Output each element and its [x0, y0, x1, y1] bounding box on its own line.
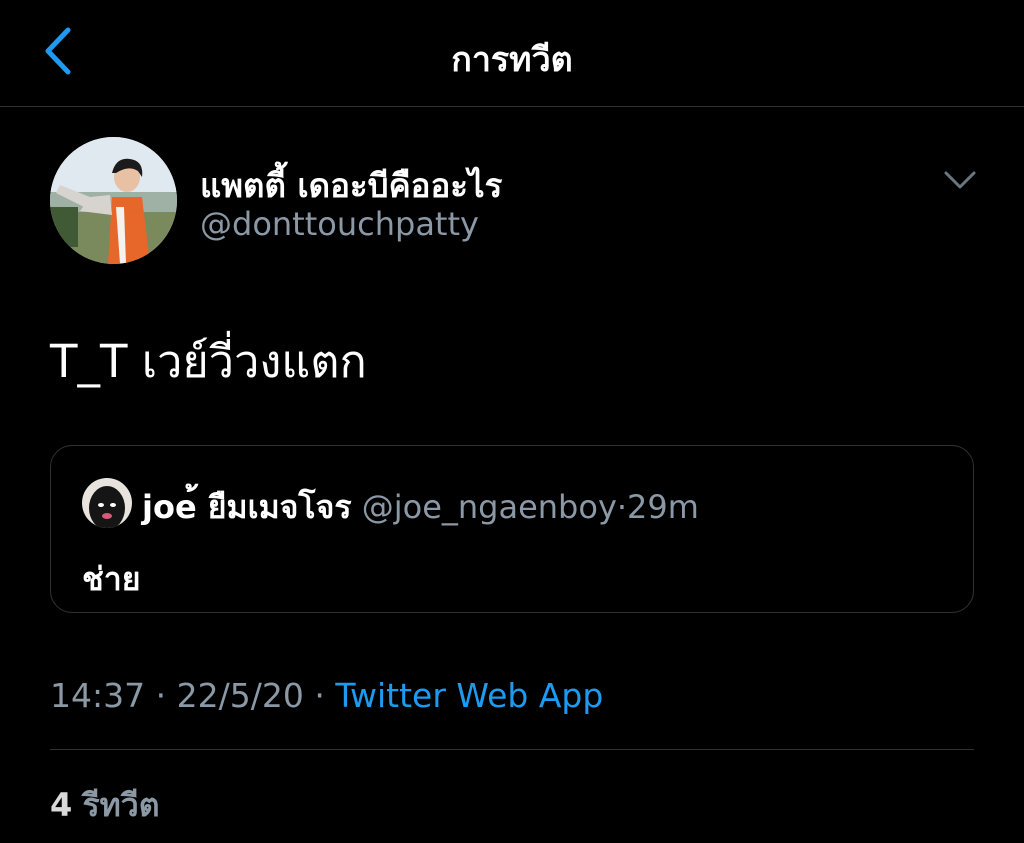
- top-bar: การทวีต: [0, 0, 1024, 107]
- tweet-meta: 14:37 · 22/5/20 · Twitter Web App: [50, 676, 603, 715]
- tweet-time: 14:37: [50, 676, 146, 715]
- quoted-tweet-card[interactable]: joe้ ยืมเมจโจร @joe_ngaenboy·29m ช่าย: [50, 445, 974, 613]
- quoted-separator: ·: [616, 488, 628, 526]
- tweet-source-link[interactable]: Twitter Web App: [335, 676, 603, 715]
- tweet-date: 22/5/20: [176, 676, 304, 715]
- retweet-label: รีทวีต: [82, 786, 160, 824]
- tweet-author: แพตตี้ เดอะบีคืออะไร @donttouchpatty: [50, 137, 980, 267]
- retweet-count: 4: [50, 786, 73, 824]
- divider: [50, 749, 974, 750]
- quoted-time: 29m: [627, 488, 699, 526]
- page-title: การทวีต: [451, 40, 573, 80]
- chevron-down-icon: [944, 171, 976, 189]
- quoted-handle: @joe_ngaenboy: [361, 488, 617, 526]
- author-handle[interactable]: @donttouchpatty: [200, 205, 479, 243]
- tweet-text: T_T เวย์วี่วงแตก: [50, 335, 367, 388]
- quoted-header: joe้ ยืมเมจโจร @joe_ngaenboy·29m: [142, 482, 699, 533]
- tweet-menu-button[interactable]: [940, 165, 980, 195]
- quoted-text: ช่าย: [82, 560, 141, 598]
- avatar[interactable]: [50, 137, 177, 264]
- retweet-stat[interactable]: 4 รีทวีต: [50, 780, 159, 831]
- quoted-display-name: joe้ ยืมเมจโจร: [142, 488, 352, 526]
- meta-separator-2: ·: [314, 676, 325, 715]
- quoted-avatar[interactable]: [82, 478, 132, 528]
- meta-separator: ·: [155, 676, 167, 715]
